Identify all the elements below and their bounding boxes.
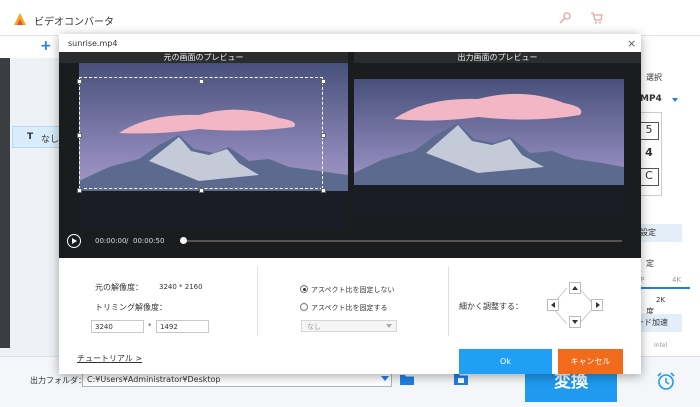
- text-icon: T: [27, 132, 34, 142]
- aspect-ratio-value: なし: [307, 323, 321, 331]
- chevron-down-icon[interactable]: [381, 376, 389, 381]
- trim-height-input[interactable]: 1492: [156, 320, 209, 333]
- arrow-up-icon: [572, 286, 578, 290]
- preview-digit: C: [639, 168, 659, 186]
- crop-handle[interactable]: [77, 188, 82, 193]
- arrow-left-icon: [551, 302, 555, 308]
- format-heading: 選択: [646, 73, 662, 82]
- trim-width-input[interactable]: 3240: [91, 320, 144, 333]
- divider: [257, 266, 258, 336]
- dialog-title: sunrise.mp4: [68, 39, 118, 48]
- crop-handle[interactable]: [77, 79, 82, 84]
- output-path-field[interactable]: C:¥Users¥Administrator¥Desktop: [82, 372, 392, 387]
- key-icon[interactable]: [558, 11, 572, 25]
- progress-knob[interactable]: [180, 237, 187, 244]
- chevron-down-icon: [672, 98, 678, 102]
- output-folder-label: 出力フォルダ：: [30, 376, 86, 385]
- app-logo-icon: [14, 13, 26, 25]
- res-mid-label: 2K: [656, 296, 666, 304]
- total-time: 00:00:50: [133, 237, 165, 245]
- open-folder-icon[interactable]: [454, 374, 468, 385]
- nudge-down-button[interactable]: [569, 316, 581, 328]
- crop-handle[interactable]: [199, 188, 204, 193]
- arrow-down-icon: [572, 320, 578, 324]
- preview-digit: 5: [639, 122, 659, 140]
- nudge-left-button[interactable]: [547, 299, 559, 311]
- original-resolution-value: 3240 * 2160: [159, 283, 203, 291]
- file-list-edge: [0, 58, 10, 348]
- crop-handle[interactable]: [321, 188, 326, 193]
- cart-icon[interactable]: [590, 11, 604, 25]
- aspect-locked-radio[interactable]: [300, 303, 308, 311]
- alarm-clock-icon[interactable]: [656, 371, 676, 391]
- original-preview: [79, 63, 348, 229]
- crop-dialog: sunrise.mp4 × 元の画面のプレビュー 出力画面のプレビュー 00:0…: [59, 34, 641, 374]
- fine-adjust-label: 細かく調整する：: [459, 302, 523, 311]
- res-high-label: 4K: [672, 276, 682, 284]
- add-file-button[interactable]: +: [40, 38, 52, 54]
- output-preview: [354, 79, 624, 215]
- trim-resolution-label: トリミング解像度：: [95, 303, 167, 312]
- arrow-right-icon: [596, 302, 600, 308]
- intel-badge: Intel: [654, 342, 668, 349]
- aspect-unlocked-label[interactable]: アスペクト比を固定しない: [311, 285, 395, 295]
- app-title: ビデオコンバータ: [34, 17, 114, 28]
- settings-label: 設定: [640, 228, 656, 237]
- original-resolution-label: 元の解像度：: [95, 283, 143, 292]
- preview-digit: 4: [639, 146, 659, 164]
- folder-icon[interactable]: [400, 374, 414, 385]
- cancel-button[interactable]: キャンセル: [558, 349, 623, 374]
- ok-button[interactable]: Ok: [459, 349, 552, 374]
- crop-handle[interactable]: [321, 133, 326, 138]
- format-value: MP4: [640, 94, 662, 104]
- nudge-up-button[interactable]: [569, 282, 581, 294]
- output-preview-header: 出力画面のプレビュー: [354, 52, 641, 63]
- aspect-locked-label[interactable]: アスペクト比を固定する: [311, 303, 388, 313]
- crop-handle[interactable]: [321, 79, 326, 84]
- crop-handle[interactable]: [77, 133, 82, 138]
- crop-selection[interactable]: [79, 77, 323, 189]
- progress-track[interactable]: [184, 240, 622, 242]
- tutorial-link[interactable]: チュートリアル >: [77, 353, 142, 364]
- quality-slider[interactable]: [636, 287, 690, 289]
- subtitle-value: なし: [41, 135, 60, 145]
- divider: [448, 266, 449, 336]
- time-separator: /: [126, 237, 129, 245]
- aspect-ratio-select[interactable]: なし: [301, 320, 397, 332]
- dialog-footer: [59, 349, 641, 374]
- nudge-right-button[interactable]: [591, 299, 603, 311]
- play-icon[interactable]: [67, 234, 81, 248]
- aspect-unlocked-radio[interactable]: [300, 285, 308, 293]
- chevron-down-icon: [386, 324, 392, 328]
- times-sign: *: [148, 322, 152, 330]
- original-preview-header: 元の画面のプレビュー: [59, 52, 348, 63]
- current-time: 00:00:00: [95, 237, 127, 245]
- mountain-scene-image: [354, 79, 624, 215]
- crop-handle[interactable]: [199, 79, 204, 84]
- quality-heading: 定: [646, 259, 654, 268]
- close-icon[interactable]: ×: [627, 37, 636, 50]
